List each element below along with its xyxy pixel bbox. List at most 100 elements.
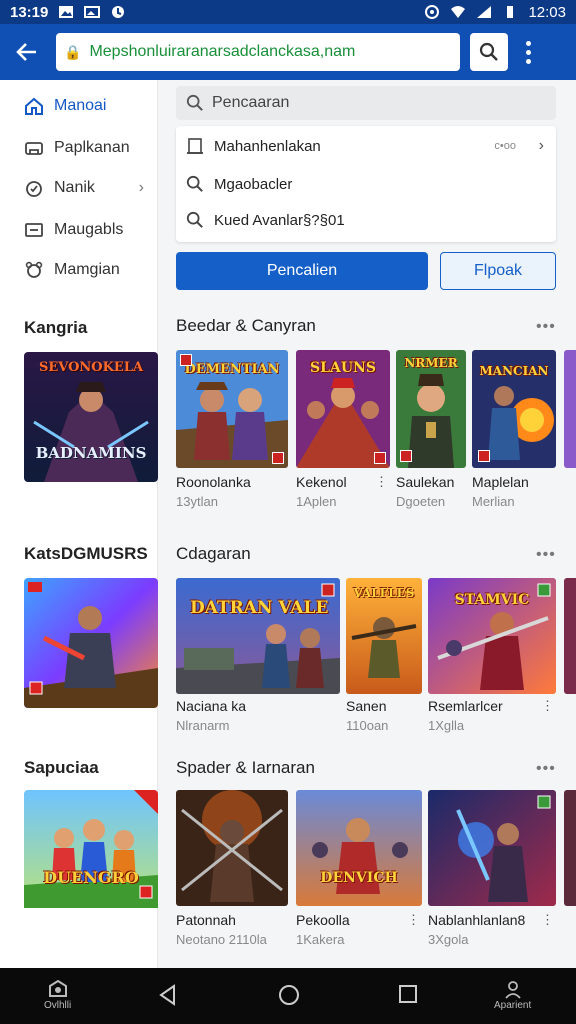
app-card[interactable]: DEMENTIAN Roonolanka 13ytlan bbox=[176, 350, 288, 520]
app-name: Pekoolla bbox=[296, 912, 350, 928]
device-icon bbox=[24, 220, 44, 240]
app-art-title: STAMVIC bbox=[454, 592, 530, 608]
app-name: Rsemlarlcer bbox=[428, 698, 503, 714]
app-art-title: DENVICH bbox=[320, 870, 398, 886]
home-nav-button[interactable] bbox=[278, 984, 300, 1006]
status-bar: 13:19 12:03 bbox=[0, 0, 576, 24]
search-placeholder: Pencaaran bbox=[212, 94, 290, 111]
category-title: Kangria bbox=[24, 318, 88, 337]
bottom-nav-store[interactable]: Ovlhlli bbox=[44, 980, 71, 1011]
notification-icon bbox=[112, 6, 125, 18]
recents-nav-button[interactable] bbox=[398, 984, 418, 1004]
app-card-peek[interactable] bbox=[564, 790, 576, 906]
back-nav-button[interactable] bbox=[158, 984, 178, 1006]
app-card[interactable]: DATRAN VALE Naciana ka Nlranarm bbox=[176, 578, 340, 738]
app-card[interactable]: MANCIAN Maplelan Merlian bbox=[472, 350, 556, 520]
app-artwork: NRMER bbox=[396, 350, 466, 468]
app-art-title: NRMER bbox=[404, 356, 458, 370]
app-art-title: DEMENTIAN bbox=[184, 362, 280, 377]
app-name: Roonolanka bbox=[176, 474, 251, 490]
sidebar-item-home[interactable]: Manoai bbox=[0, 86, 158, 126]
chevron-right-icon: › bbox=[138, 179, 144, 196]
app-artwork: VALFLES bbox=[346, 578, 422, 694]
app-card[interactable]: NRMER Saulekan Dgoeten bbox=[396, 350, 466, 520]
app-card-peek[interactable] bbox=[564, 578, 576, 694]
category-tile[interactable] bbox=[24, 578, 158, 708]
app-name: Saulekan bbox=[396, 474, 455, 490]
app-name: Maplelan bbox=[472, 474, 529, 490]
app-card-peek[interactable] bbox=[564, 350, 576, 468]
section-title: Spader & Iarnaran bbox=[176, 758, 315, 777]
category-title: Sapuciaa bbox=[24, 758, 99, 777]
person-icon bbox=[504, 981, 521, 999]
section-title: Beedar & Canyran bbox=[176, 316, 316, 335]
app-card[interactable]: STAMVIC Rsemlarlcer 1Xglla ⋮ bbox=[428, 578, 556, 738]
back-button[interactable] bbox=[12, 37, 42, 67]
suggestion-text: Mahanhenlakan bbox=[214, 137, 321, 155]
app-art-title: DATRAN VALE bbox=[190, 598, 329, 618]
suggestion-meta: c•oo bbox=[494, 140, 516, 152]
section-more-button[interactable]: ••• bbox=[536, 318, 556, 336]
app-subtitle: 13ytlan bbox=[176, 494, 218, 509]
app-subtitle: 110oan bbox=[346, 718, 389, 733]
app-artwork: DATRAN VALE bbox=[176, 578, 340, 694]
category-art-label: BADNAMINS bbox=[35, 444, 147, 462]
app-card[interactable]: SLAUNS Kekenol 1Aplen ⋮ bbox=[296, 350, 390, 520]
category-title: KatsDGMUSRS bbox=[24, 544, 148, 563]
section-more-button[interactable]: ••• bbox=[536, 546, 556, 564]
app-artwork: DENVICH bbox=[296, 790, 422, 906]
app-card[interactable]: VALFLES Sanen 110oan bbox=[346, 578, 422, 738]
history-icon bbox=[187, 138, 203, 154]
sidebar: Manoai Paplkanan Nanik › Maugabls Mamgia… bbox=[0, 80, 158, 968]
app-card[interactable]: DENVICH Pekoolla 1Kakera ⋮ bbox=[296, 790, 422, 960]
sidebar-item-devices[interactable]: Maugabls bbox=[0, 210, 158, 250]
bottom-nav-account[interactable]: Aparient bbox=[494, 980, 531, 1011]
sidebar-item-mascot[interactable]: Mamgian bbox=[0, 250, 158, 290]
arrow-left-icon bbox=[16, 43, 36, 61]
filter-button[interactable]: Flpoak bbox=[440, 252, 556, 290]
search-icon bbox=[186, 175, 203, 192]
category-tile[interactable]: DUENGRO bbox=[24, 790, 158, 920]
suggestion-item[interactable]: Kued Avanlar§?§01 bbox=[176, 202, 556, 238]
overflow-menu-button[interactable] bbox=[522, 37, 534, 67]
sidebar-item-label: Manoai bbox=[54, 97, 107, 114]
search-input[interactable]: Pencaaran bbox=[176, 86, 556, 120]
suggestion-item[interactable]: Mahanhenlakan c•oo › bbox=[176, 128, 556, 164]
app-name: Nablanhlanlan8 bbox=[428, 912, 526, 928]
category-artwork bbox=[24, 578, 158, 708]
suggestion-item[interactable]: Mgaobacler bbox=[176, 166, 556, 202]
section-title: Cdagaran bbox=[176, 544, 251, 563]
app-artwork: STAMVIC bbox=[428, 578, 556, 694]
app-menu-icon[interactable]: ⋮ bbox=[541, 698, 554, 714]
app-artwork: SLAUNS bbox=[296, 350, 390, 468]
app-subtitle: 1Xglla bbox=[428, 718, 465, 733]
app-menu-icon[interactable]: ⋮ bbox=[541, 912, 554, 928]
app-menu-icon[interactable]: ⋮ bbox=[407, 912, 420, 928]
status-time-left: 13:19 bbox=[10, 3, 49, 21]
category-tile[interactable]: SEVONOKELA BADNAMINS bbox=[24, 352, 158, 482]
app-card[interactable]: Nablanhlanlan8 3Xgola ⋮ bbox=[428, 790, 556, 960]
search-button[interactable] bbox=[470, 33, 508, 71]
wifi-icon bbox=[451, 6, 466, 18]
url-bar[interactable]: 🔒 Mepshonluiraranarsadclanckasa,nam bbox=[56, 33, 460, 71]
chevron-right-icon: › bbox=[538, 137, 544, 154]
app-art-title: SLAUNS bbox=[310, 360, 376, 376]
vpn-icon bbox=[425, 5, 440, 19]
app-subtitle: Dgoeten bbox=[396, 494, 446, 509]
sidebar-item-apps[interactable]: Paplkanan bbox=[0, 128, 158, 168]
app-name: Kekenol bbox=[296, 474, 347, 490]
square-recents-icon bbox=[399, 985, 417, 1003]
sidebar-item-label: Mamgian bbox=[54, 261, 120, 278]
app-subtitle: Nlranarm bbox=[176, 718, 230, 733]
search-icon bbox=[186, 211, 203, 228]
bottom-nav-label: Aparient bbox=[494, 1000, 532, 1011]
search-icon bbox=[479, 42, 498, 61]
url-text: Mepshonluiraranarsadclanckasa,nam bbox=[89, 43, 356, 60]
sidebar-item-games[interactable]: Nanik › bbox=[0, 168, 158, 208]
gallery-icon bbox=[84, 6, 101, 18]
app-menu-icon[interactable]: ⋮ bbox=[375, 474, 388, 490]
app-card[interactable]: Patonnah Neotano 2110la bbox=[176, 790, 288, 960]
search-submit-button[interactable]: Pencalien bbox=[176, 252, 428, 290]
circle-home-icon bbox=[279, 985, 299, 1005]
section-more-button[interactable]: ••• bbox=[536, 760, 556, 778]
